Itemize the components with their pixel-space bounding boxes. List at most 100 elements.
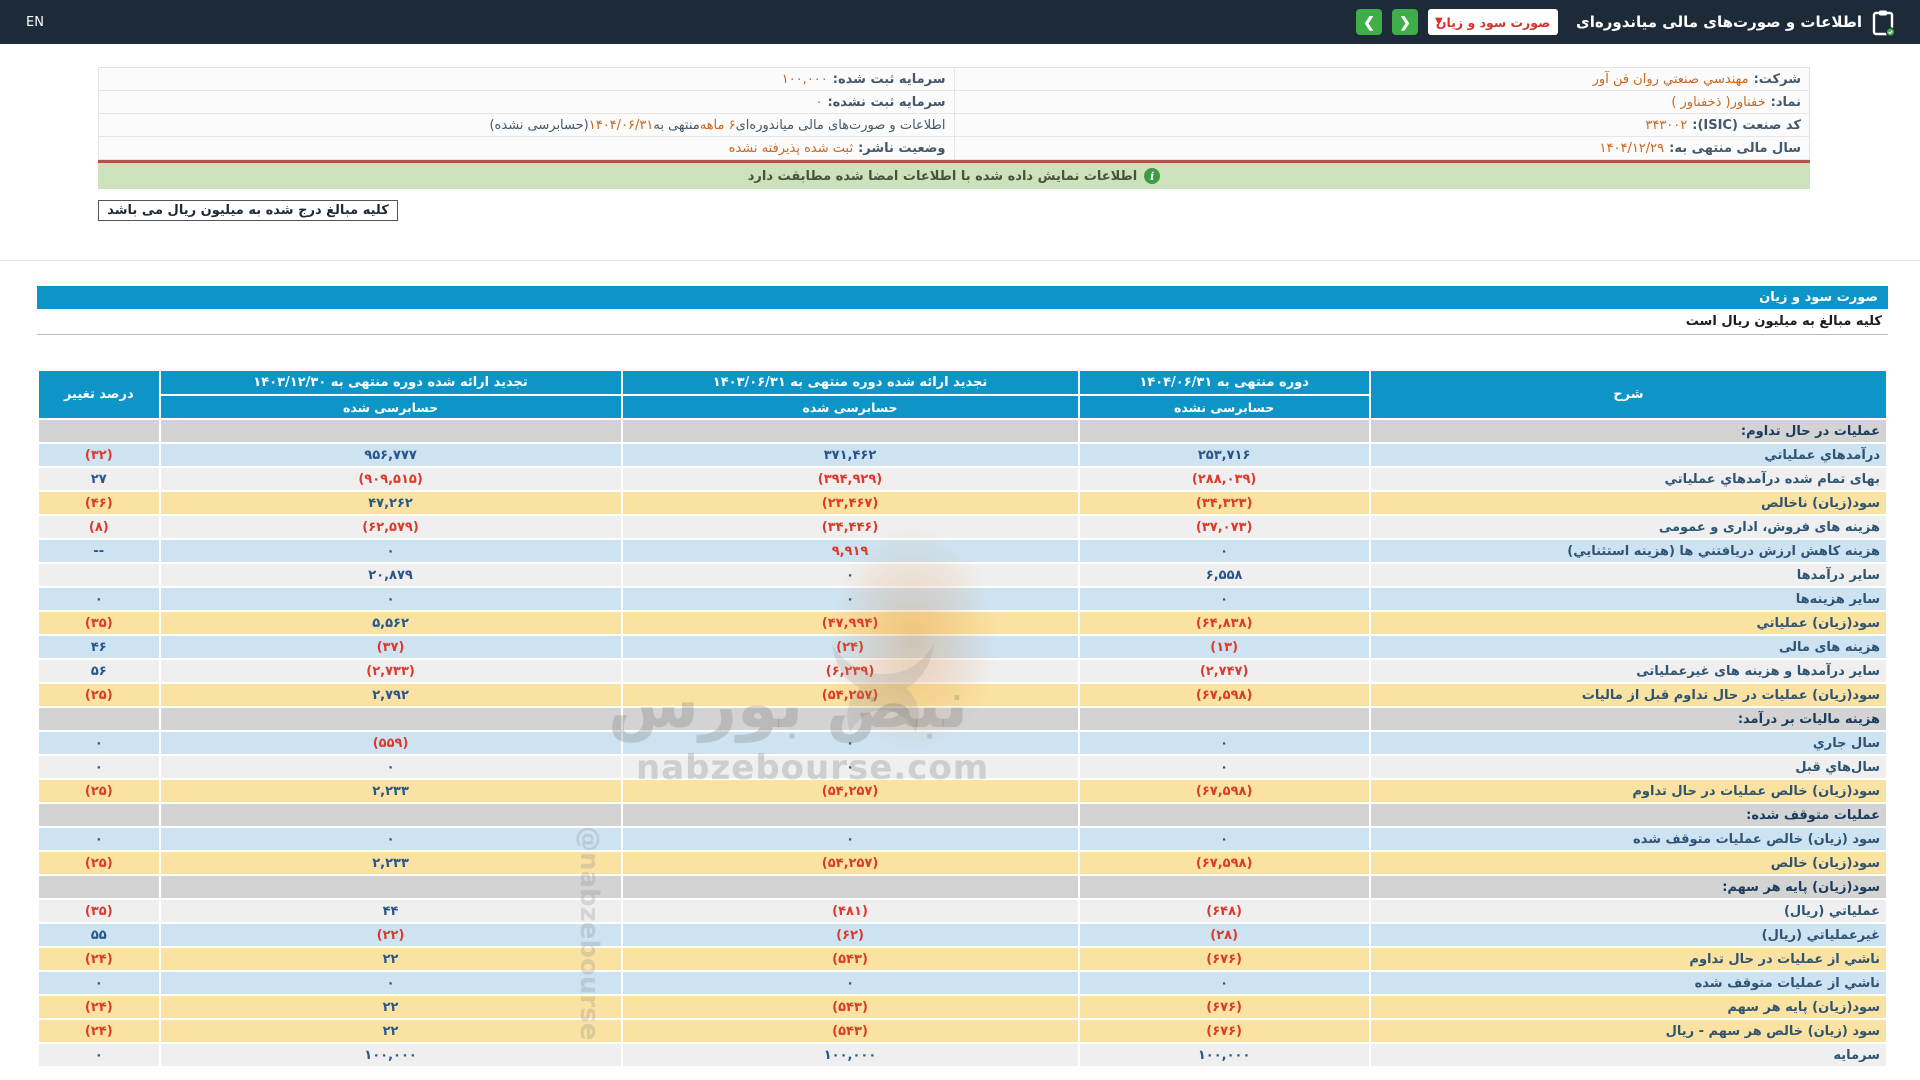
cell-v1: (۶۷,۵۹۸) <box>1077 778 1371 804</box>
cell-v3: ۰ <box>158 970 623 996</box>
statement-row: سایر درآمدها و هزینه های غیرعملیاتی (۲,۷۴… <box>37 658 1889 684</box>
industry-code-value: ۳۴۳۰۰۲ <box>1645 117 1688 133</box>
cell-v2 <box>620 874 1080 900</box>
signed-data-banner: i اطلاعات نمایش داده شده با اطلاعات امضا… <box>98 163 1810 189</box>
cell-v2: (۵۴,۲۵۷) <box>620 682 1080 708</box>
cell-v1: ۱۰۰,۰۰۰ <box>1077 1042 1371 1068</box>
section-row: عملیات متوقف شده: <box>37 802 1889 828</box>
statement-row: ناشي از عملیات در حال تداوم (۶۷۶) (۵۴۳) ۲۲(… <box>37 946 1889 972</box>
cell-v1: (۶۴,۸۳۸) <box>1077 610 1371 636</box>
header-restated-halfyear: تجدید ارائه شده دوره منتهی به ۱۴۰۳/۰۶/۳۱ <box>620 369 1080 396</box>
cell-desc: سایر هزینه‌ها <box>1368 586 1889 612</box>
fiscal-year-value: ۱۴۰۴/۱۲/۲۹ <box>1599 140 1665 156</box>
statement-type-dropdown[interactable]: صورت سود و زیان ▼ <box>1428 9 1559 35</box>
cell-v2: ۰ <box>620 586 1080 612</box>
cell-v1: (۱۳) <box>1077 634 1371 660</box>
cell-v1: (۶۷۶) <box>1077 1018 1371 1044</box>
industry-code-cell: کد صنعت (ISIC): ۳۴۳۰۰۲ <box>953 114 1810 136</box>
company-info-table: شرکت: مهندسي صنعتي روان فن آور سرمایه ثب… <box>98 67 1810 160</box>
cell-v1: (۶۷,۵۹۸) <box>1077 850 1371 876</box>
cell-v2: (۳۴,۴۴۶) <box>620 514 1080 540</box>
cell-desc: سود(زیان) عملیاتي <box>1368 610 1889 636</box>
industry-code-label: کد صنعت (ISIC): <box>1692 117 1801 133</box>
cell-v2: (۲۴) <box>620 634 1080 660</box>
cell-v3: ۵,۵۶۲ <box>158 610 623 636</box>
section-row: عملیات در حال تداوم: <box>37 418 1889 444</box>
registered-capital-label: سرمایه ثبت شده: <box>832 71 946 87</box>
cell-v3: ۰ <box>158 754 623 780</box>
cell-chg: ۰ <box>37 586 161 612</box>
registered-capital-cell: سرمایه ثبت شده: ۱۰۰,۰۰۰ <box>99 68 954 90</box>
cell-v1: (۳۴,۳۲۳) <box>1077 490 1371 516</box>
company-label: شرکت: <box>1753 71 1801 87</box>
cell-chg: (۸) <box>37 514 161 540</box>
cell-v3: (۹۰۹,۵۱۵) <box>158 466 623 492</box>
cell-desc: سایر درآمدها <box>1368 562 1889 588</box>
header-desc: شرح <box>1368 369 1889 420</box>
publisher-status-label: وضعیت ناشر: <box>858 140 946 156</box>
cell-v3: ۰ <box>158 538 623 564</box>
period-months: ۶ ماهه <box>699 117 736 133</box>
cell-v3: ۲,۲۳۳ <box>158 850 623 876</box>
cell-v2: (۴۸۱) <box>620 898 1080 924</box>
cell-v3: (۶۲,۵۷۹) <box>158 514 623 540</box>
cell-v2: (۵۴۳) <box>620 1018 1080 1044</box>
cell-desc: سایر درآمدها و هزینه های غیرعملیاتی <box>1368 658 1889 684</box>
statement-row: سود(زیان) خالص (۶۷,۵۹۸) (۵۴,۲۵۷) ۲,۲۳۳ (۲۵) <box>37 850 1889 876</box>
cell-desc: سرمایه <box>1368 1042 1889 1068</box>
cell-chg: (۲۴) <box>37 946 161 972</box>
cell-chg <box>37 874 161 900</box>
cell-chg: (۲۵) <box>37 682 161 708</box>
cell-v3: ۰ <box>158 586 623 612</box>
cell-chg: (۳۵) <box>37 610 161 636</box>
cell-v3: ۴۷,۲۶۲ <box>158 490 623 516</box>
unregistered-capital-label: سرمایه ثبت نشده: <box>827 94 946 110</box>
cell-v2 <box>620 418 1080 444</box>
statement-table: شرح دوره منتهی به ۱۴۰۴/۰۶/۳۱ تجدید ارائه… <box>37 369 1889 1068</box>
statement-row: سود(زیان) عملیاتي (۶۴,۸۳۸) (۴۷,۹۹۴) ۵,۵۶۲ (۳… <box>37 610 1889 636</box>
cell-chg: (۲۴) <box>37 1018 161 1044</box>
cell-v1: ۰ <box>1077 586 1371 612</box>
cell-chg: (۴۶) <box>37 490 161 516</box>
cell-v3 <box>158 802 623 828</box>
cell-v2: (۵۴,۲۵۷) <box>620 850 1080 876</box>
cell-v2: ۰ <box>620 562 1080 588</box>
next-statement-button[interactable]: ❯ <box>1356 9 1383 35</box>
cell-chg: ۲۷ <box>37 466 161 492</box>
cell-chg: ۵۵ <box>37 922 161 948</box>
previous-statement-button[interactable]: ❮ <box>1392 9 1419 35</box>
cell-v1 <box>1077 874 1371 900</box>
cell-v3 <box>158 874 623 900</box>
period-date: ۱۴۰۴/۰۶/۳۱ <box>588 117 654 133</box>
subheader-unaudited: حسابرسی نشده <box>1077 394 1371 420</box>
cell-v2: (۶۲) <box>620 922 1080 948</box>
unregistered-capital-cell: سرمایه ثبت نشده: ۰ <box>99 91 954 113</box>
cell-chg: (۳۲) <box>37 442 161 468</box>
header-restated-fullyear: تجدید ارائه شده دوره منتهی به ۱۴۰۳/۱۲/۳۰ <box>158 369 623 396</box>
cell-v1: ۰ <box>1077 730 1371 756</box>
cell-desc: هزینه های فروش، اداری و عمومی <box>1368 514 1889 540</box>
cell-desc: هزینه کاهش ارزش دریافتني ها (هزینه استثن… <box>1368 538 1889 564</box>
cell-chg: ۰ <box>37 1042 161 1068</box>
cell-v3: ۰ <box>158 826 623 852</box>
cell-v1: (۶۴۸) <box>1077 898 1371 924</box>
statement-row: سایر درآمدها ۶,۵۵۸ ۰ ۲۰,۸۷۹ <box>37 562 1889 588</box>
publisher-status-cell: وضعیت ناشر: ثبت شده پذیرفته نشده <box>99 137 954 159</box>
cell-desc: سال جاري <box>1368 730 1889 756</box>
cell-v2: ۰ <box>620 826 1080 852</box>
cell-v1: ۲۵۳,۷۱۶ <box>1077 442 1371 468</box>
cell-v1: (۲,۷۴۷) <box>1077 658 1371 684</box>
cell-desc: عملیاتي (ریال) <box>1368 898 1889 924</box>
symbol-label: نماد: <box>1770 94 1801 110</box>
cell-chg: ۰ <box>37 754 161 780</box>
statement-row: سایر هزینه‌ها ۰ ۰ ۰ ۰ <box>37 586 1889 612</box>
cell-chg <box>37 802 161 828</box>
cell-chg: (۲۴) <box>37 994 161 1020</box>
cell-v1: (۲۸۸,۰۳۹) <box>1077 466 1371 492</box>
symbol-cell: نماد: خفناور( ذخفناور ) <box>953 91 1810 113</box>
cell-v3: (۳۷) <box>158 634 623 660</box>
cell-desc: عملیات متوقف شده: <box>1368 802 1889 828</box>
statement-row: سود (زیان) خالص هر سهم - ریال (۶۷۶) (۵۴۳) ۲… <box>37 1018 1889 1044</box>
language-toggle-en[interactable]: EN <box>26 15 44 30</box>
company-cell: شرکت: مهندسي صنعتي روان فن آور <box>953 68 1810 90</box>
